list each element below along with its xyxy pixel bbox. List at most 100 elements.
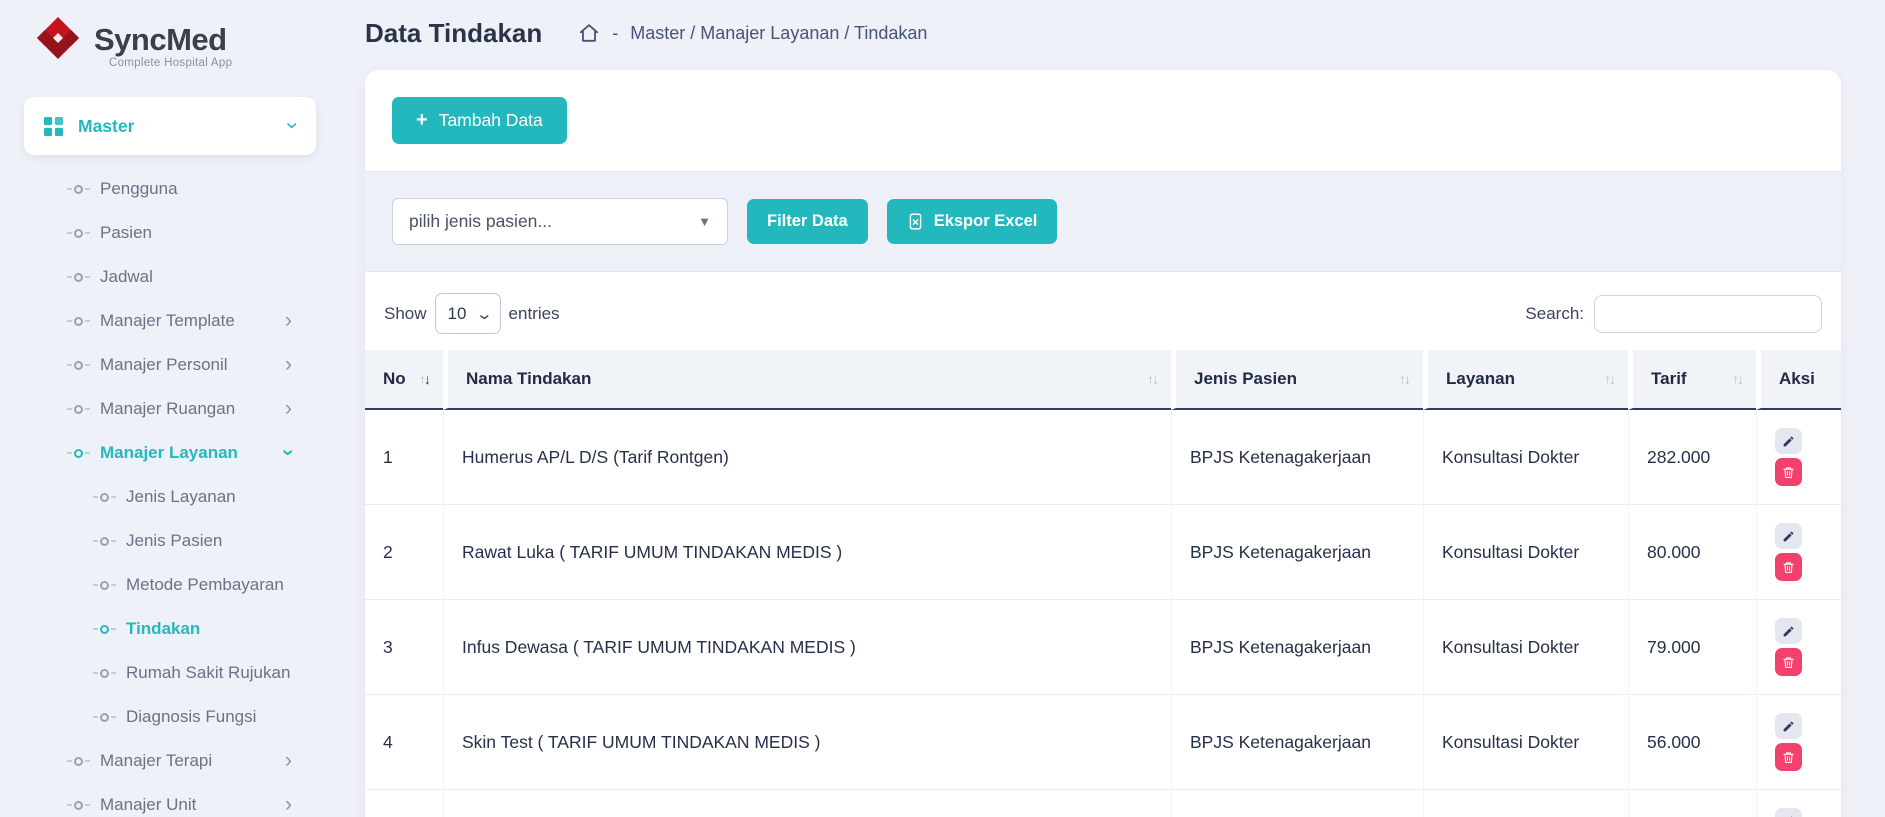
edit-button[interactable] — [1775, 713, 1802, 739]
sidebar-section-master[interactable]: Master › — [24, 97, 316, 155]
sidebar-item-manajer-layanan[interactable]: Manajer Layanan › — [0, 431, 348, 475]
menu-dot-icon — [74, 449, 83, 458]
cell-aksi — [1756, 695, 1841, 790]
search-input[interactable] — [1594, 295, 1822, 333]
sidebar-item-jadwal[interactable]: Jadwal — [0, 255, 348, 299]
filter-section: pilih jenis pasien... ▼ Filter Data Eksp… — [365, 171, 1841, 272]
menu-dot-icon — [74, 317, 83, 326]
sidebar-item-jenis-pasien[interactable]: Jenis Pasien — [0, 519, 348, 563]
table-row — [365, 790, 1841, 817]
delete-button[interactable] — [1775, 553, 1802, 581]
pencil-icon — [1782, 625, 1795, 638]
cell-no: 2 — [365, 505, 443, 600]
cell-no: 1 — [365, 410, 443, 505]
pencil-icon — [1782, 435, 1795, 448]
cell-aksi — [1756, 505, 1841, 600]
excel-file-icon — [907, 213, 924, 230]
cell-layanan — [1423, 790, 1628, 817]
page-size-select[interactable]: 10 ⌄ — [435, 293, 501, 334]
column-header-layanan[interactable]: Layanan ↑↓ — [1423, 350, 1628, 410]
cell-aksi — [1756, 790, 1841, 817]
menu-dot-icon — [74, 185, 83, 194]
pencil-icon — [1782, 530, 1795, 543]
cell-tarif: 282.000 — [1628, 410, 1756, 505]
page-header: Data Tindakan - Master / Manajer Layanan… — [365, 12, 1841, 54]
column-header-jenis-pasien[interactable]: Jenis Pasien ↑↓ — [1171, 350, 1423, 410]
menu-dot-icon — [74, 229, 83, 238]
cell-nama-tindakan: Humerus AP/L D/S (Tarif Rontgen) — [443, 410, 1171, 505]
sidebar-item-metode-pembayaran[interactable]: Metode Pembayaran — [0, 563, 348, 607]
column-header-nama-tindakan[interactable]: Nama Tindakan ↑↓ — [443, 350, 1171, 410]
cell-layanan: Konsultasi Dokter — [1423, 505, 1628, 600]
sort-arrows-icon: ↑↓ — [419, 371, 429, 387]
chevron-right-icon: › — [285, 750, 292, 771]
edit-button[interactable] — [1775, 618, 1802, 644]
sidebar-item-manajer-unit[interactable]: Manajer Unit › — [0, 783, 348, 817]
cell-tarif — [1628, 790, 1756, 817]
edit-button[interactable] — [1775, 808, 1802, 817]
main-content: Data Tindakan - Master / Manajer Layanan… — [348, 0, 1885, 817]
sidebar-item-rumah-sakit-rujukan[interactable]: Rumah Sakit Rujukan — [0, 651, 348, 695]
cell-no — [365, 790, 443, 817]
entries-label: entries — [509, 304, 560, 324]
sidebar-item-manajer-template[interactable]: Manajer Template › — [0, 299, 348, 343]
table-controls: Show 10 ⌄ entries Search: — [365, 293, 1841, 334]
edit-button[interactable] — [1775, 428, 1802, 454]
sidebar-item-pasien[interactable]: Pasien — [0, 211, 348, 255]
delete-button[interactable] — [1775, 743, 1802, 771]
menu-dot-icon — [100, 669, 109, 678]
cell-nama-tindakan: Rawat Luka ( TARIF UMUM TINDAKAN MEDIS ) — [443, 505, 1171, 600]
sidebar-item-manajer-personil[interactable]: Manajer Personil › — [0, 343, 348, 387]
chevron-right-icon: › — [285, 794, 292, 815]
trash-icon — [1782, 561, 1795, 574]
show-label: Show — [384, 304, 427, 324]
trash-icon — [1782, 466, 1795, 479]
menu-dot-icon — [74, 757, 83, 766]
syncmed-logo-icon — [34, 14, 82, 62]
sidebar-item-jenis-layanan[interactable]: Jenis Layanan — [0, 475, 348, 519]
menu-dot-icon — [74, 361, 83, 370]
sidebar-item-manajer-ruangan[interactable]: Manajer Ruangan › — [0, 387, 348, 431]
menu-dot-icon — [100, 537, 109, 546]
chevron-right-icon: › — [285, 398, 292, 419]
sidebar-item-diagnosis-fungsi[interactable]: Diagnosis Fungsi — [0, 695, 348, 739]
chevron-down-icon: ⌄ — [476, 305, 494, 323]
cell-layanan: Konsultasi Dokter — [1423, 410, 1628, 505]
chevron-down-icon: › — [282, 122, 303, 129]
edit-button[interactable] — [1775, 523, 1802, 549]
cell-aksi — [1756, 410, 1841, 505]
sidebar-menu: Pengguna Pasien Jadwal Manajer Template … — [0, 167, 348, 817]
sort-arrows-icon: ↑↓ — [1399, 371, 1409, 387]
cell-nama-tindakan: Skin Test ( TARIF UMUM TINDAKAN MEDIS ) — [443, 695, 1171, 790]
filter-data-button[interactable]: Filter Data — [747, 199, 868, 244]
menu-dot-icon — [100, 713, 109, 722]
brand-tagline: Complete Hospital App — [94, 57, 232, 69]
delete-button[interactable] — [1775, 458, 1802, 486]
delete-button[interactable] — [1775, 648, 1802, 676]
app-root: SyncMed Complete Hospital App Master › P… — [0, 0, 1885, 817]
sidebar-item-tindakan[interactable]: Tindakan — [0, 607, 348, 651]
column-header-aksi[interactable]: Aksi — [1756, 350, 1841, 410]
export-excel-button[interactable]: Ekspor Excel — [887, 199, 1058, 244]
sidebar-item-manajer-terapi[interactable]: Manajer Terapi › — [0, 739, 348, 783]
sidebar-section-label: Master — [78, 116, 134, 137]
select-caret-icon: ▼ — [698, 214, 711, 229]
cell-tarif: 56.000 — [1628, 695, 1756, 790]
breadcrumb-separator: - — [612, 23, 618, 44]
home-icon[interactable] — [578, 22, 600, 44]
breadcrumb: - Master / Manajer Layanan / Tindakan — [578, 22, 927, 44]
column-header-tarif[interactable]: Tarif ↑↓ — [1628, 350, 1756, 410]
jenis-pasien-select[interactable]: pilih jenis pasien... ▼ — [392, 198, 728, 245]
chevron-down-icon: › — [278, 449, 299, 456]
menu-dot-icon — [74, 405, 83, 414]
menu-dot-icon — [100, 625, 109, 634]
brand-logo: SyncMed Complete Hospital App — [0, 14, 348, 69]
column-header-no[interactable]: No ↑↓ — [365, 350, 443, 410]
content-card: + Tambah Data pilih jenis pasien... ▼ Fi… — [365, 70, 1841, 817]
table-row: 4 Skin Test ( TARIF UMUM TINDAKAN MEDIS … — [365, 695, 1841, 790]
menu-dot-icon — [74, 273, 83, 282]
sidebar-item-pengguna[interactable]: Pengguna — [0, 167, 348, 211]
add-data-button[interactable]: + Tambah Data — [392, 97, 567, 144]
cell-nama-tindakan: Infus Dewasa ( TARIF UMUM TINDAKAN MEDIS… — [443, 600, 1171, 695]
breadcrumb-path[interactable]: Master / Manajer Layanan / Tindakan — [630, 23, 927, 44]
